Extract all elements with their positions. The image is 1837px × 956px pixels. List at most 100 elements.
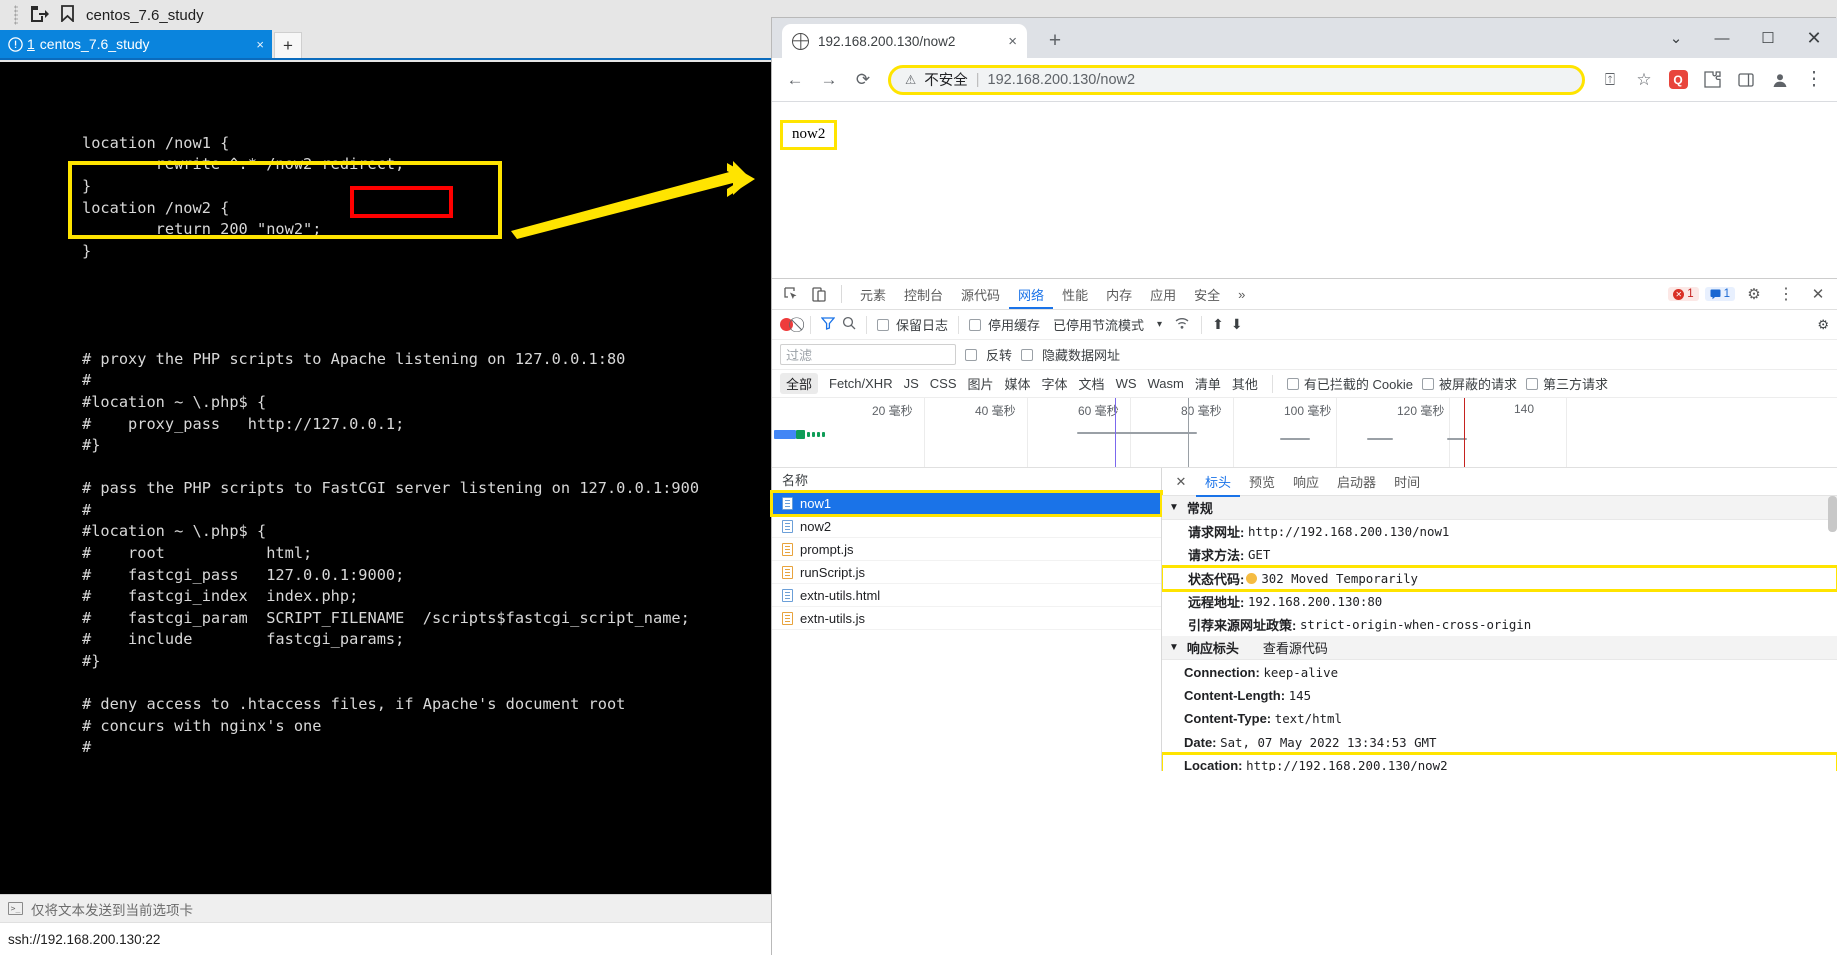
extra-filter-0[interactable]: 有已拦截的 Cookie [1286,374,1413,393]
request-detail-tab-4[interactable]: 时间 [1385,468,1429,497]
back-button[interactable]: ← [780,65,810,95]
not-secure-label[interactable]: 不安全 [924,69,968,90]
preserve-log-checkbox[interactable] [877,318,889,331]
resource-type-filter-9[interactable]: Wasm [1148,376,1184,391]
hide-data-urls-label[interactable]: 隐藏数据网址 [1042,345,1120,364]
devtools-tab-6[interactable]: 应用 [1141,279,1185,309]
extensions-puzzle-icon[interactable] [1697,65,1727,95]
hide-data-urls-checkbox[interactable] [1021,348,1034,361]
record-button-icon[interactable] [780,318,793,331]
resource-type-filter-8[interactable]: WS [1116,376,1137,391]
chrome-tab-close-icon[interactable]: × [1008,33,1017,50]
resource-type-filter-7[interactable]: 文档 [1079,374,1105,393]
devtools-settings-gear-icon[interactable]: ⚙ [1741,282,1767,306]
chrome-new-tab-button[interactable]: + [1041,27,1069,55]
resource-type-filter-10[interactable]: 清单 [1195,374,1221,393]
resource-type-filter-11[interactable]: 其他 [1232,374,1258,393]
devtools-tab-3[interactable]: 网络 [1009,279,1053,309]
reload-button[interactable]: ⟳ [848,65,878,95]
bookmark-star-icon[interactable]: ☆ [1629,65,1659,95]
maximize-button[interactable]: ☐ [1745,18,1791,58]
resource-type-filter-0[interactable]: 全部 [780,373,819,394]
network-overview-timeline[interactable]: 20 毫秒 40 毫秒 60 毫秒 80 毫秒 100 毫秒 120 毫秒 140 [772,398,1837,468]
devtools-close-icon[interactable]: ✕ [1805,282,1831,306]
bookmark-icon[interactable] [61,4,74,26]
invert-checkbox[interactable] [965,348,977,361]
address-bar[interactable]: ⚠ 不安全 | 192.168.200.130/now2 [888,64,1585,95]
disable-cache-checkbox[interactable] [969,318,982,331]
resource-type-filter-3[interactable]: CSS [930,376,957,391]
resource-type-filter-6[interactable]: 字体 [1042,374,1068,393]
filter-funnel-icon[interactable] [820,316,836,333]
tab-search-button[interactable]: ⌄ [1653,18,1699,58]
side-panel-icon[interactable] [1731,65,1761,95]
message-count-badge[interactable]: 1 [1704,287,1735,301]
devtools-more-icon[interactable]: ⋮ [1773,282,1799,306]
extra-filter-checkbox-0[interactable] [1286,377,1299,390]
general-section-header[interactable]: ▼ 常规 [1162,496,1837,520]
throttling-label[interactable]: 已停用节流模式 [1053,315,1144,334]
terminal-tab-close-icon[interactable]: × [234,37,264,52]
extra-filter-checkbox-1[interactable] [1422,377,1434,390]
resource-type-filter-5[interactable]: 媒体 [1005,374,1031,393]
devtools-tab-0[interactable]: 元素 [851,279,895,309]
share-icon[interactable]: ⍐ [1595,65,1625,95]
resource-type-filter-1[interactable]: Fetch/XHR [829,376,893,391]
devtools-tab-7[interactable]: 安全 [1185,279,1229,309]
request-row-runScript.js[interactable]: runScript.js [772,561,1161,584]
device-toolbar-icon[interactable] [806,282,832,306]
search-icon[interactable] [842,316,856,333]
chrome-menu-icon[interactable]: ⋮ [1799,65,1829,95]
view-source-link[interactable]: 查看源代码 [1263,638,1328,657]
throttling-dropdown-arrow-icon[interactable]: ▾ [1157,319,1162,330]
omnibox-url[interactable]: 192.168.200.130/now2 [988,72,1136,88]
resource-type-filter-4[interactable]: 图片 [968,374,994,393]
close-window-button[interactable]: ✕ [1791,18,1837,58]
network-conditions-icon[interactable] [1175,316,1191,333]
request-detail-tab-3[interactable]: 启动器 [1328,468,1385,497]
response-headers-section-header[interactable]: ▼ 响应标头 查看源代码 [1162,636,1837,661]
details-scrollbar[interactable] [1828,496,1837,532]
request-row-extn-utils.js[interactable]: extn-utils.js [772,607,1161,630]
minimize-button[interactable]: — [1699,18,1745,58]
request-row-now2[interactable]: now2 [772,515,1161,538]
devtools-tab-2[interactable]: 源代码 [952,279,1009,309]
error-count-badge[interactable]: ✕ 1 [1668,287,1699,301]
devtools-tab-5[interactable]: 内存 [1097,279,1141,309]
inspect-element-icon[interactable] [778,282,804,306]
terminal-line: # fastcgi_param SCRIPT_FILENAME /scripts… [82,608,690,627]
request-detail-tab-0[interactable]: 标头 [1196,468,1240,497]
detail-close-icon[interactable]: ✕ [1168,470,1194,494]
chrome-tab-now2[interactable]: 192.168.200.130/now2 × [782,24,1027,58]
timeline-bar-8 [1280,438,1310,440]
profile-avatar-icon[interactable] [1765,65,1795,95]
preserve-log-label[interactable]: 保留日志 [896,315,948,334]
resource-type-filter-2[interactable]: JS [904,376,919,391]
session-export-icon[interactable] [30,5,49,26]
request-detail-tab-1[interactable]: 预览 [1240,468,1284,497]
extra-filter-1[interactable]: 被屏蔽的请求 [1422,374,1517,393]
terminal-tab-centos[interactable]: ! 1 centos_7.6_study × [0,30,272,58]
export-har-icon[interactable]: ⬇ [1231,316,1243,333]
terminal-output[interactable]: location /now1 { rewrite ^.* /now2 redir… [0,62,772,894]
network-filter-input[interactable]: 过滤 [780,344,956,365]
general-header-value-1: GET [1247,547,1271,563]
devtools-tab-1[interactable]: 控制台 [895,279,952,309]
devtools-tab-8[interactable]: » [1229,279,1254,309]
request-row-extn-utils.html[interactable]: extn-utils.html [772,584,1161,607]
invert-label[interactable]: 反转 [986,345,1012,364]
extra-filter-checkbox-2[interactable] [1526,377,1539,390]
devtools-tab-4[interactable]: 性能 [1053,279,1097,309]
drag-grip[interactable] [14,5,18,25]
request-detail-tab-2[interactable]: 响应 [1284,468,1328,497]
request-row-prompt.js[interactable]: prompt.js [772,538,1161,561]
request-row-now1[interactable]: now1 [770,490,1163,517]
terminal-new-tab-button[interactable]: + [274,32,302,58]
extension-badge-icon[interactable]: Q [1663,65,1693,95]
forward-button[interactable]: → [814,65,844,95]
network-settings-gear-icon[interactable]: ⚙ [1817,317,1829,333]
import-har-icon[interactable]: ⬆ [1212,316,1224,333]
disable-cache-label[interactable]: 停用缓存 [988,315,1040,334]
extra-filter-2[interactable]: 第三方请求 [1526,374,1608,393]
